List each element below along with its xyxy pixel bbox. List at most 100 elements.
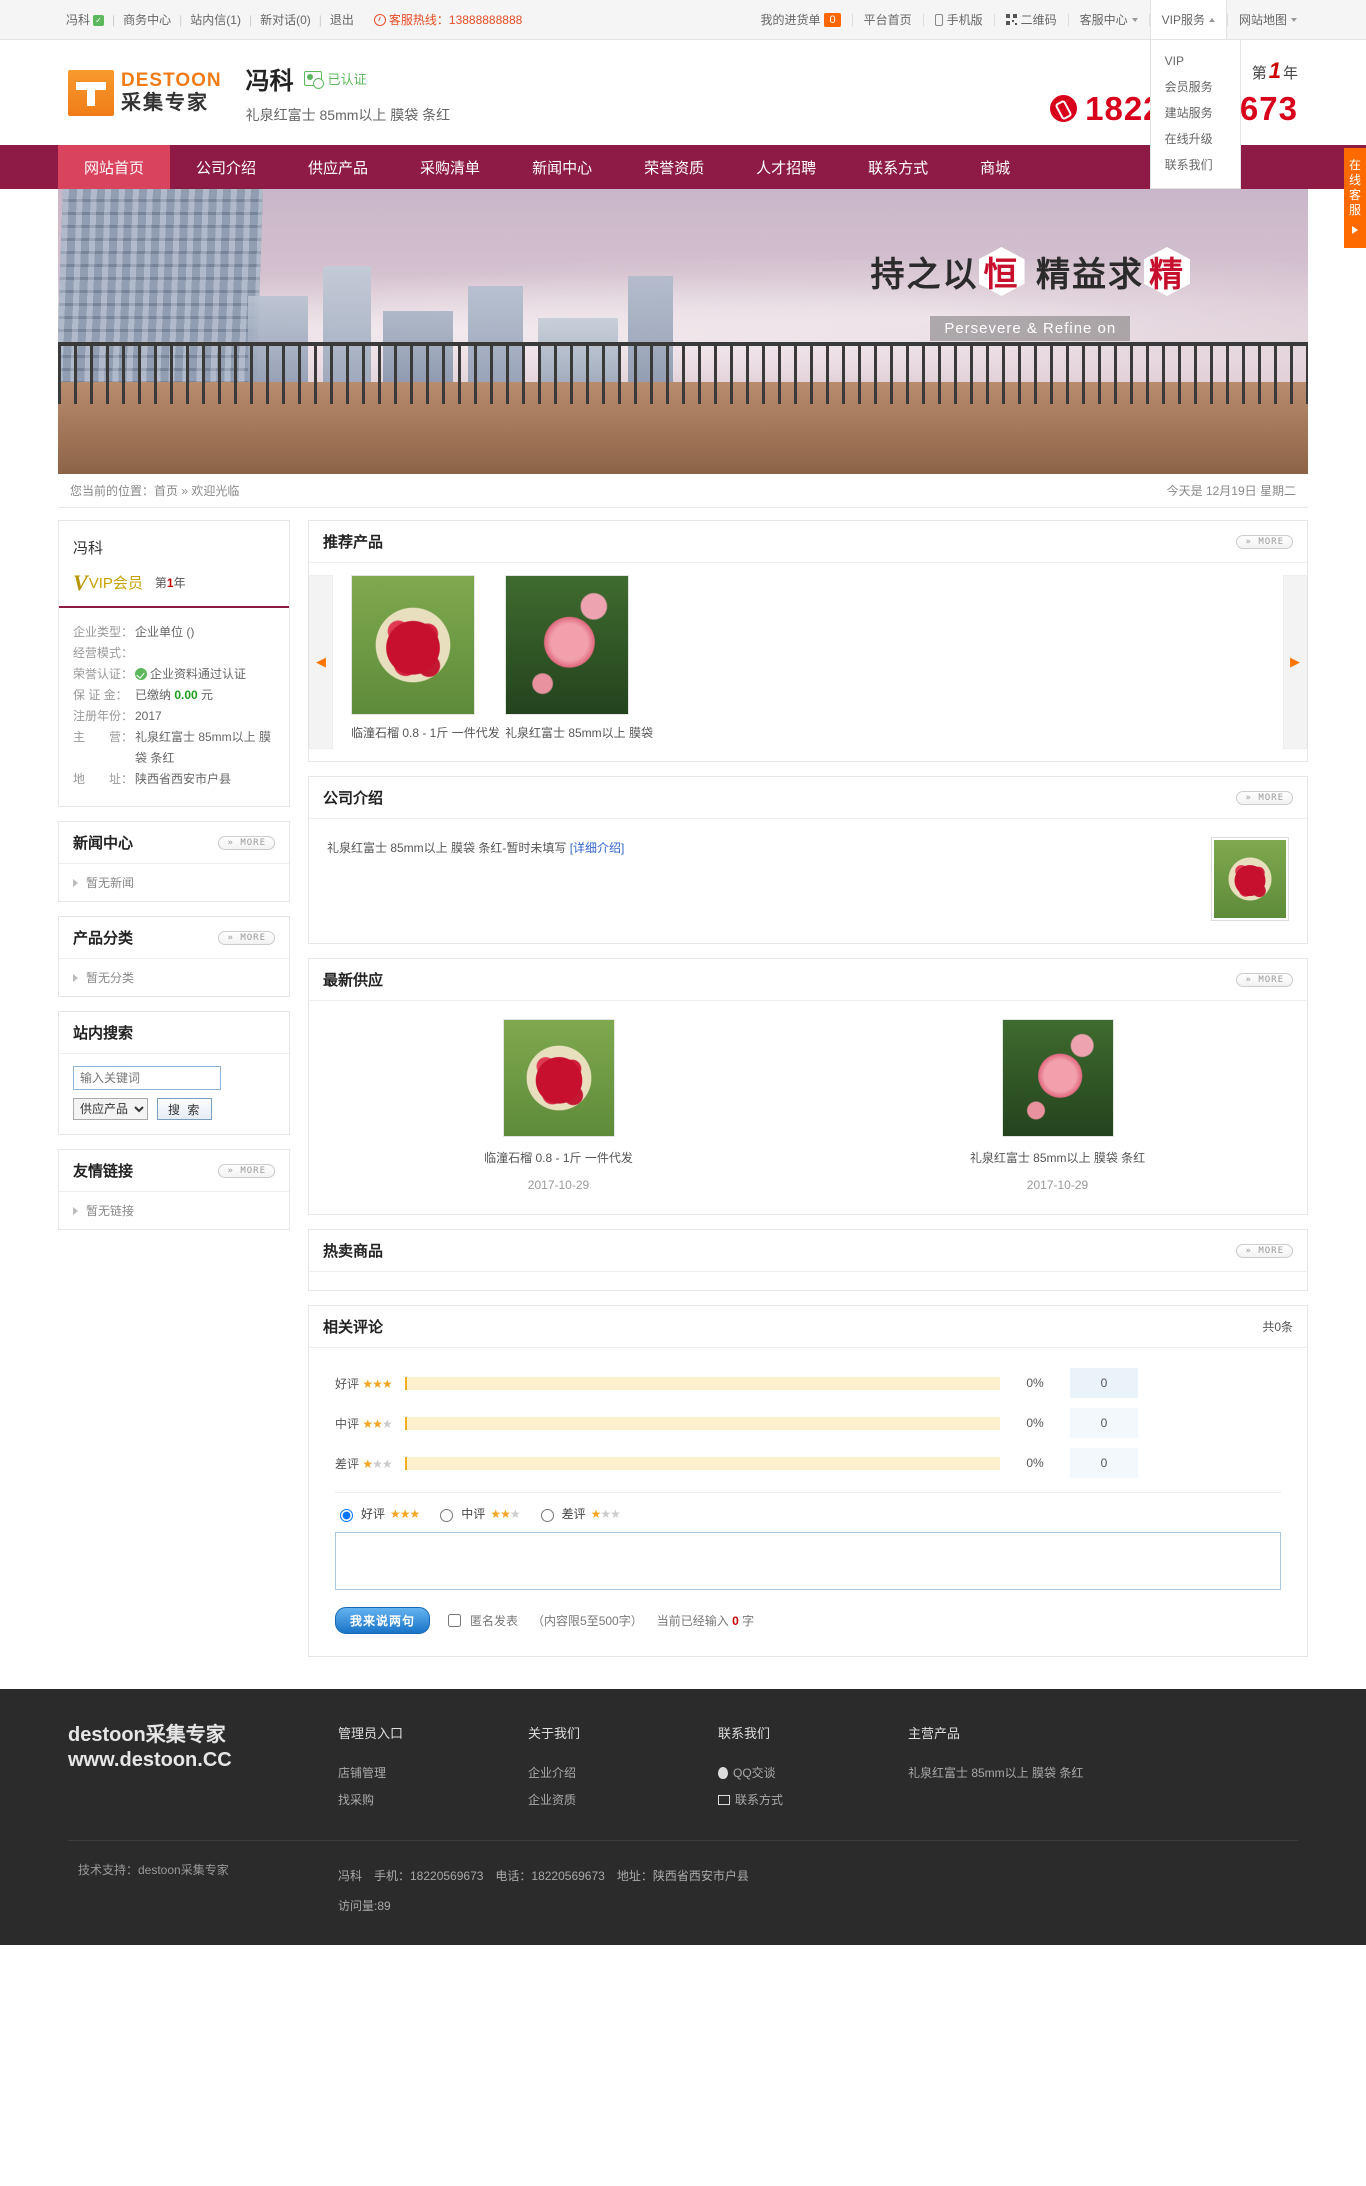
logout-link[interactable]: 退出 xyxy=(322,11,362,28)
comment-textarea[interactable] xyxy=(335,1532,1281,1590)
nav-item-news-center[interactable]: 新闻中心 xyxy=(506,145,618,189)
apple-image xyxy=(506,576,628,714)
product-thumbnail[interactable] xyxy=(351,575,475,715)
supply-card[interactable]: 礼泉红富士 85mm以上 膜袋 条红 2017-10-29 xyxy=(808,1019,1307,1192)
platform-home-link[interactable]: 平台首页 xyxy=(853,0,923,39)
mobile-version-link[interactable]: 手机版 xyxy=(924,0,994,39)
supply-title[interactable]: 临潼石榴 0.8 - 1斤 一件代发 xyxy=(309,1149,808,1166)
rating-bar xyxy=(405,1376,1000,1390)
bullet-triangle-icon xyxy=(73,1206,78,1215)
supply-title[interactable]: 礼泉红富士 85mm以上 膜袋 条红 xyxy=(808,1149,1307,1166)
radio-bad[interactable] xyxy=(540,1508,554,1522)
inbox-link[interactable]: 站内信(1) xyxy=(182,11,249,28)
main-content: 推荐产品 » MORE ◀ 临潼石榴 0.8 - 1斤 一件代发 礼泉红富士 8… xyxy=(308,520,1308,1671)
online-service-tab[interactable]: 在线客服 xyxy=(1344,148,1366,248)
qq-penguin-icon xyxy=(718,1767,728,1779)
company-intro-thumbnail[interactable] xyxy=(1211,837,1289,921)
product-title[interactable]: 礼泉红富士 85mm以上 膜袋 xyxy=(505,725,655,741)
order-count-badge: 0 xyxy=(824,12,841,27)
latest-supply-more-button[interactable]: » MORE xyxy=(1236,972,1293,987)
supply-thumbnail[interactable] xyxy=(1001,1019,1114,1137)
company-intro-detail-link[interactable]: [详细介绍] xyxy=(570,841,625,855)
my-order-link[interactable]: 我的进货单 0 xyxy=(749,0,851,39)
radio-option-medium[interactable]: 中评 ★★★ xyxy=(435,1505,521,1522)
nav-item-honors[interactable]: 荣誉资质 xyxy=(618,145,730,189)
site-header: DESTOON 采集专家 冯科 已认证 礼泉红富士 85mm以上 膜袋 条红 第… xyxy=(58,40,1308,145)
sitemap-menu[interactable]: 网站地图 xyxy=(1228,0,1308,39)
detail-key: 经营模式： xyxy=(73,646,134,660)
comment-limit-note: （内容限5至500字） xyxy=(532,1614,643,1628)
detail-row-type: 企业类型： 企业单位 () xyxy=(73,622,275,643)
radio-good[interactable] xyxy=(340,1508,353,1522)
vip-service-menu[interactable]: VIP服务 VIP 会员服务 建站服务 在线升级 联系我们 xyxy=(1149,0,1241,189)
search-button[interactable]: 搜 索 xyxy=(157,1098,213,1120)
nav-item-supply-products[interactable]: 供应产品 xyxy=(282,145,394,189)
carousel-prev-button[interactable]: ◀ xyxy=(309,575,333,749)
hot-goods-more-button[interactable]: » MORE xyxy=(1236,1243,1293,1258)
rating-row-bad: 差评 ★★★ 0% 0 xyxy=(335,1448,1281,1478)
nav-item-company-intro[interactable]: 公司介绍 xyxy=(170,145,282,189)
footer-link-company-intro[interactable]: 企业介绍 xyxy=(528,1760,718,1787)
phone-icon xyxy=(1050,95,1078,122)
supply-card[interactable]: 临潼石榴 0.8 - 1斤 一件代发 2017-10-29 xyxy=(309,1019,808,1192)
check-circle-icon xyxy=(135,668,147,680)
sidebar-category-more-button[interactable]: » MORE xyxy=(218,930,275,945)
radio-option-good[interactable]: 好评 ★★★ xyxy=(335,1505,420,1522)
vip-menu-item-online-upgrade[interactable]: 在线升级 xyxy=(1151,126,1240,152)
product-card[interactable]: 礼泉红富士 85mm以上 膜袋 xyxy=(505,575,653,761)
anonymous-checkbox[interactable] xyxy=(448,1614,462,1627)
company-intro-more-button[interactable]: » MORE xyxy=(1236,790,1293,805)
hot-goods-empty-body xyxy=(309,1272,1307,1290)
nav-item-recruitment[interactable]: 人才招聘 xyxy=(730,145,842,189)
footer-link-company-qualification[interactable]: 企业资质 xyxy=(528,1787,718,1814)
new-chat-link[interactable]: 新对话(0) xyxy=(252,11,319,28)
breadcrumb: 您当前的位置：首页 » 欢迎光临 xyxy=(70,484,240,498)
search-type-select[interactable]: 供应产品 采购清单 新闻中心 xyxy=(73,1098,148,1120)
detail-key: 地 址： xyxy=(73,772,134,786)
recommended-products-more-button[interactable]: » MORE xyxy=(1236,534,1293,549)
detail-row-certification: 荣誉认证： 企业资料通过认证 xyxy=(73,664,275,685)
rating-label: 中评 ★★★ xyxy=(335,1416,393,1431)
rating-percent: 0% xyxy=(1026,1416,1044,1430)
product-title[interactable]: 临潼石榴 0.8 - 1斤 一件代发 xyxy=(351,725,501,741)
nav-item-contact[interactable]: 联系方式 xyxy=(842,145,954,189)
vip-menu-item-member-service[interactable]: 会员服务 xyxy=(1151,74,1240,100)
nav-item-home[interactable]: 网站首页 xyxy=(58,145,171,189)
submit-comment-button[interactable]: 我来说两句 xyxy=(335,1607,431,1634)
rating-row-medium: 中评 ★★★ 0% 0 xyxy=(335,1408,1281,1438)
nav-item-purchase-list[interactable]: 采购清单 xyxy=(394,145,506,189)
sidebar-links-more-button[interactable]: » MORE xyxy=(218,1163,275,1178)
footer-link-qq-chat[interactable]: QQ交谈 xyxy=(718,1760,908,1787)
banner-slogan-part1: 持之以 xyxy=(870,256,979,294)
vip-menu-item-site-build[interactable]: 建站服务 xyxy=(1151,100,1240,126)
search-input[interactable] xyxy=(73,1066,221,1090)
detail-key: 主 营： xyxy=(73,730,134,744)
qrcode-link[interactable]: 二维码 xyxy=(995,0,1068,39)
business-center-link[interactable]: 商务中心 xyxy=(115,11,179,28)
vip-menu-item-contact-us[interactable]: 联系我们 xyxy=(1151,152,1240,178)
product-card[interactable]: 临潼石榴 0.8 - 1斤 一件代发 xyxy=(351,575,500,761)
footer-visits: 访问量:89 xyxy=(338,1899,391,1913)
nav-item-mall[interactable]: 商城 xyxy=(954,145,1036,189)
footer-link-contact-info[interactable]: 联系方式 xyxy=(718,1787,908,1814)
user-name-link[interactable]: 冯科 ✓ xyxy=(58,11,112,28)
footer-column-products: 主营产品 礼泉红富士 85mm以上 膜袋 条红 xyxy=(908,1723,1208,1814)
hero-banner[interactable]: 持之以恒 精益求精 Persevere & Refine on xyxy=(58,189,1308,474)
site-logo[interactable]: DESTOON 采集专家 xyxy=(68,69,222,116)
logo-text-cn: 采集专家 xyxy=(121,91,209,114)
rating-count: 0 xyxy=(1070,1368,1138,1398)
company-name: 冯科 xyxy=(245,67,294,95)
radio-medium[interactable] xyxy=(440,1508,454,1522)
service-center-menu[interactable]: 客服中心 xyxy=(1069,0,1149,39)
footer-link-shop-manage[interactable]: 店铺管理 xyxy=(338,1760,528,1787)
vip-menu-item-vip[interactable]: VIP xyxy=(1151,48,1240,74)
radio-option-bad[interactable]: 差评 ★★★ xyxy=(536,1505,621,1522)
sidebar-news-more-button[interactable]: » MORE xyxy=(218,835,275,850)
product-thumbnail[interactable] xyxy=(505,575,629,715)
carousel-next-button[interactable]: ▶ xyxy=(1283,575,1307,749)
supply-thumbnail[interactable] xyxy=(502,1019,615,1137)
vip-service-dropdown: VIP 会员服务 建站服务 在线升级 联系我们 xyxy=(1149,40,1241,189)
footer-link-find-purchase[interactable]: 找采购 xyxy=(338,1787,528,1814)
anonymous-checkbox-label[interactable]: 匿名发表 xyxy=(444,1611,518,1630)
footer-column-title: 管理员入口 xyxy=(338,1726,404,1741)
